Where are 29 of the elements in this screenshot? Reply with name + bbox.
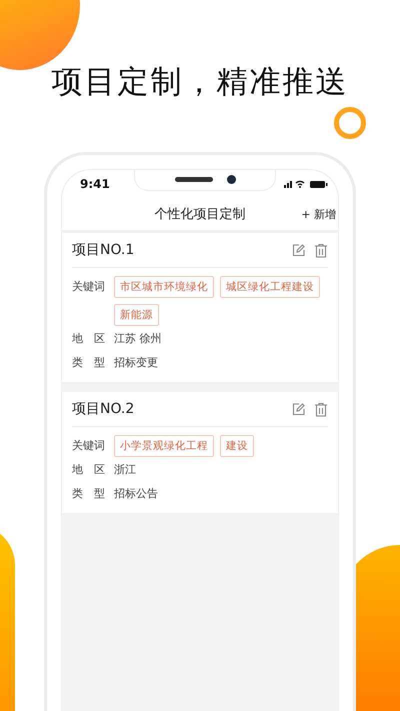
project-title: 项目NO.2 — [72, 400, 134, 418]
field-label: 关键词 — [72, 438, 106, 454]
field-label: 地 区 — [72, 331, 106, 347]
edit-icon[interactable] — [292, 402, 306, 416]
keyword-tag: 建设 — [220, 435, 254, 457]
field-value: 招标公告 — [114, 486, 158, 502]
add-link[interactable]: + 新增 — [301, 206, 336, 222]
keyword-tag: 新能源 — [114, 304, 159, 326]
status-time: 9:41 — [80, 177, 110, 191]
delete-icon[interactable] — [314, 402, 328, 416]
keyword-tag: 城区绿化工程建设 — [220, 276, 320, 298]
decorative-ring — [334, 107, 366, 139]
page-title: 个性化项目定制 — [154, 206, 246, 223]
field-label: 关键词 — [72, 279, 106, 295]
field-value: 招标变更 — [114, 355, 158, 371]
field-label: 类 型 — [72, 486, 106, 502]
status-icons-drawing — [284, 179, 328, 189]
keyword-tag: 小学景观绿化工程 — [114, 435, 214, 457]
camera-icon — [226, 174, 236, 184]
speaker-icon — [174, 176, 212, 182]
delete-icon[interactable] — [314, 242, 328, 258]
field-label: 地 区 — [72, 462, 106, 478]
keyword-tag: 市区城市环境绿化 — [114, 276, 214, 298]
headline: 项目定制，精准推送 — [52, 63, 348, 102]
field-value: 江苏 徐州 — [114, 331, 162, 347]
project-title: 项目NO.1 — [72, 241, 134, 259]
field-label: 类 型 — [72, 355, 106, 371]
field-value: 浙江 — [114, 462, 136, 478]
edit-icon[interactable] — [292, 243, 306, 257]
